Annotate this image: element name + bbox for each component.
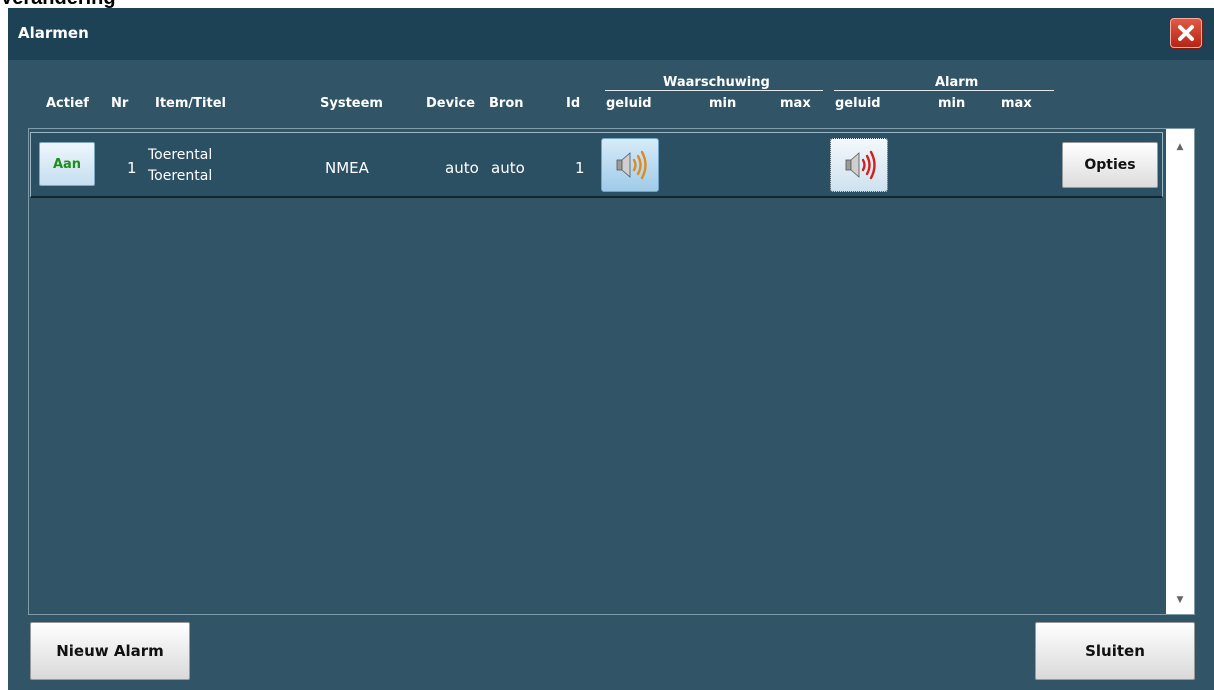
titlebar: Alarmen <box>8 8 1214 60</box>
row-systeem: NMEA <box>325 159 369 177</box>
row-bron: auto <box>491 159 525 177</box>
warning-sound-button[interactable] <box>601 138 659 192</box>
row-item: Toerental <box>148 147 213 163</box>
col-header-nr: Nr <box>111 96 129 111</box>
alarm-group-divider <box>834 90 1054 91</box>
alarm-list: Aan 1 Toerental Toerental NMEA auto auto… <box>28 128 1195 615</box>
col-header-item: Item/Titel <box>155 96 226 111</box>
col-group-alarm: Alarm <box>935 75 979 90</box>
row-title: Toerental <box>148 168 213 184</box>
col-header-alarm-geluid: geluid <box>835 96 881 111</box>
active-toggle-button[interactable]: Aan <box>39 142 95 186</box>
speaker-red-icon <box>845 150 876 180</box>
col-header-warning-max: max <box>780 96 811 111</box>
col-header-alarm-max: max <box>1001 96 1032 111</box>
col-group-waarschuwing: Waarschuwing <box>663 75 770 90</box>
col-header-device: Device <box>426 96 476 111</box>
row-device: auto <box>445 159 479 177</box>
options-button[interactable]: Opties <box>1062 142 1158 188</box>
col-header-alarm-min: min <box>938 96 966 111</box>
col-header-warning-min: min <box>709 96 737 111</box>
new-alarm-button[interactable]: Nieuw Alarm <box>30 622 190 680</box>
close-x-icon <box>1178 25 1194 41</box>
col-header-warning-geluid: geluid <box>606 96 652 111</box>
window-title: Alarmen <box>18 24 89 42</box>
col-header-id: Id <box>566 96 581 111</box>
alarm-sound-button[interactable] <box>830 138 888 192</box>
close-button[interactable] <box>1170 18 1202 48</box>
vertical-scrollbar[interactable]: ▲ ▼ <box>1166 129 1194 614</box>
row-nr: 1 <box>127 159 137 177</box>
page-heading: Verandering <box>0 0 116 8</box>
col-header-actief: Actief <box>46 96 89 111</box>
row-id: 1 <box>575 159 585 177</box>
alarms-window: Alarmen Actief Nr Item/Titel Systeem Dev… <box>8 8 1214 690</box>
scroll-down-arrow-icon[interactable]: ▼ <box>1166 588 1194 612</box>
speaker-orange-icon <box>616 150 647 180</box>
close-dialog-button[interactable]: Sluiten <box>1035 622 1195 680</box>
warning-group-divider <box>605 90 823 91</box>
scroll-up-arrow-icon[interactable]: ▲ <box>1166 135 1194 159</box>
col-header-systeem: Systeem <box>320 96 383 111</box>
col-header-bron: Bron <box>489 96 524 111</box>
alarm-row[interactable]: Aan 1 Toerental Toerental NMEA auto auto… <box>30 132 1163 198</box>
